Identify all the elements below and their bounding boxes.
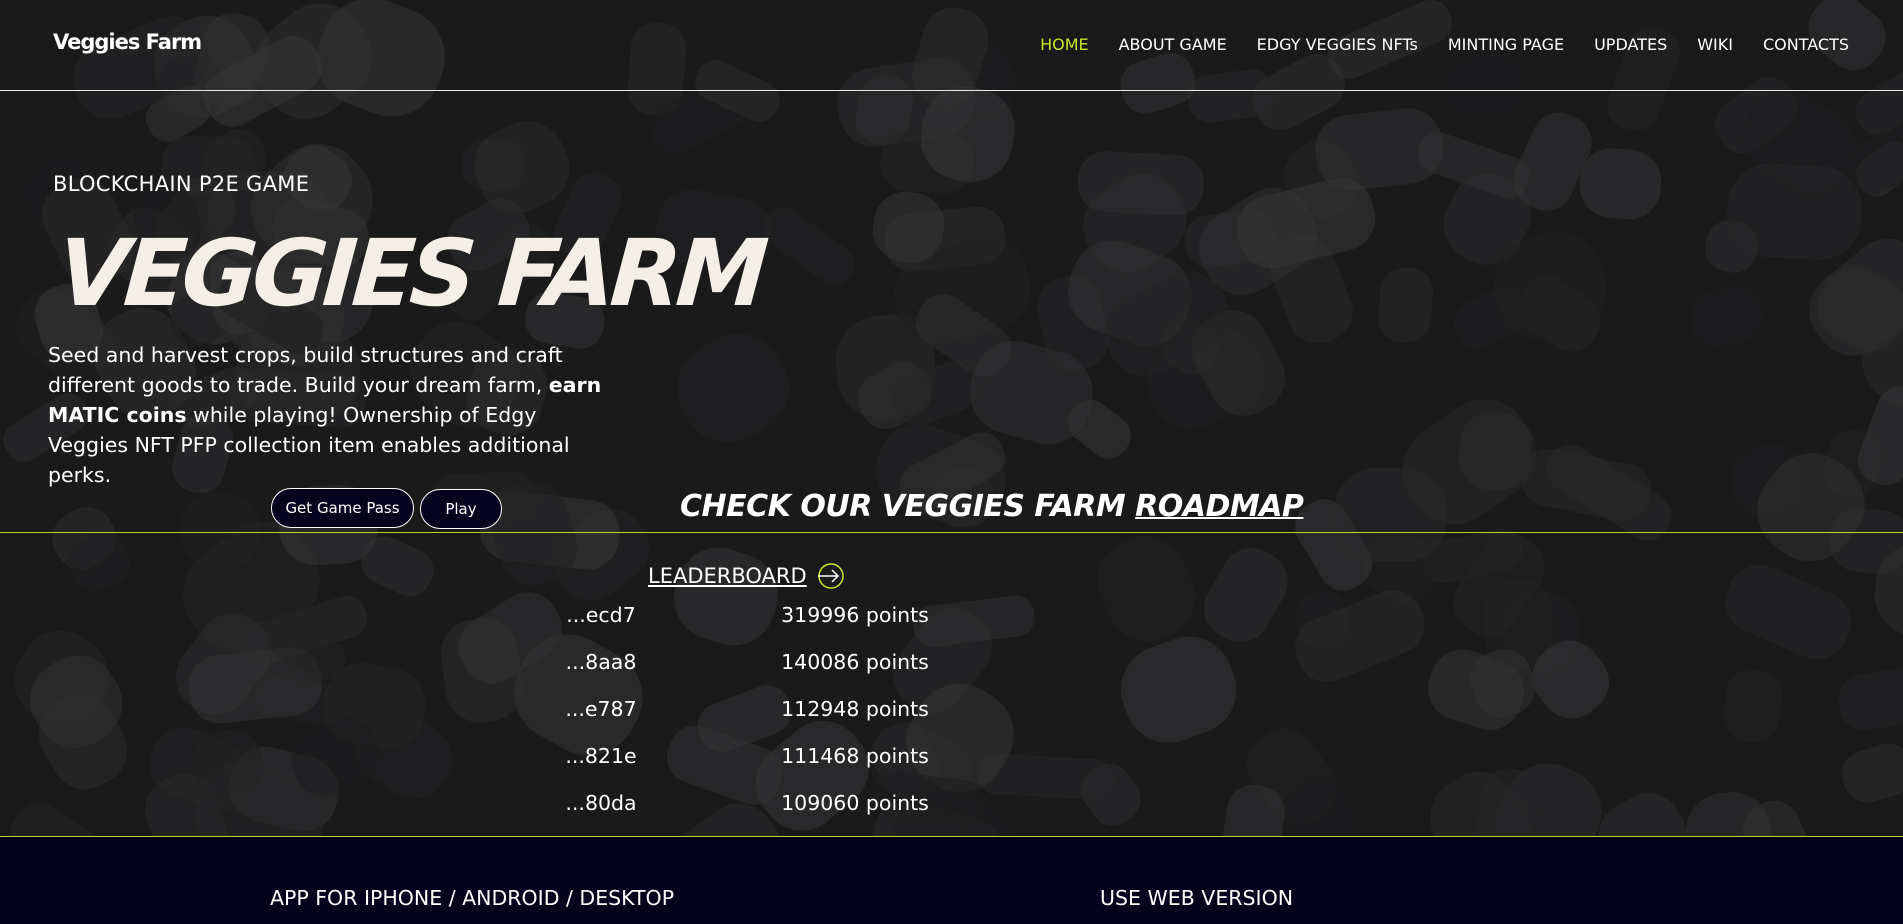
leaf-shape bbox=[1842, 743, 1903, 803]
leaderboard-address: ...8aa8 bbox=[565, 650, 637, 674]
leaf-shape bbox=[1723, 669, 1783, 743]
hero-title: VEGGIES FARM bbox=[54, 220, 767, 327]
leaf-shape bbox=[1236, 178, 1376, 269]
leaf-shape bbox=[1521, 448, 1652, 522]
hero-eyebrow: BLOCKCHAIN P2E GAME bbox=[53, 172, 310, 196]
app-download-label: APP FOR IPHONE / ANDROID / DESKTOP bbox=[270, 886, 675, 910]
header-divider bbox=[0, 90, 1903, 91]
arrow-circle-icon bbox=[817, 563, 844, 589]
leaf-shape bbox=[1204, 548, 1288, 643]
leaderboard-address: ...e787 bbox=[565, 697, 637, 721]
roadmap-prefix: CHECK OUR VEGGIES FARM bbox=[680, 489, 1136, 524]
roadmap-link[interactable]: ROADMAP bbox=[1135, 489, 1304, 524]
leaderboard-points: 112948 points bbox=[781, 697, 929, 721]
leaf-shape bbox=[1690, 285, 1764, 348]
leaf-shape bbox=[1333, 467, 1448, 562]
nav-minting-page[interactable]: MINTING PAGE bbox=[1448, 35, 1564, 54]
leaderboard-points: 140086 points bbox=[781, 650, 929, 674]
leaf-shape bbox=[1440, 54, 1527, 117]
leaf-shape bbox=[674, 547, 778, 646]
main-nav: HOME ABOUT GAME EDGY VEGGIES NFTs MINTIN… bbox=[1010, 35, 1849, 54]
download-section bbox=[0, 837, 1903, 924]
nav-contacts[interactable]: CONTACTS bbox=[1763, 35, 1849, 54]
leaderboard-link[interactable]: LEADERBOARD bbox=[648, 561, 845, 591]
nav-home[interactable]: HOME bbox=[1040, 35, 1089, 54]
leaderboard-address: ...ecd7 bbox=[566, 603, 636, 627]
leaf-shape bbox=[762, 207, 856, 286]
play-button[interactable]: Play bbox=[420, 489, 502, 529]
leaf-shape bbox=[1838, 661, 1903, 731]
nav-edgy-veggies-nfts[interactable]: EDGY VEGGIES NFTs bbox=[1257, 35, 1418, 54]
leaf-shape bbox=[10, 802, 110, 836]
leaf-shape bbox=[1097, 535, 1196, 642]
leaf-shape bbox=[1120, 52, 1196, 114]
leaderboard-label: LEADERBOARD bbox=[648, 564, 807, 588]
leaf-shape bbox=[677, 333, 789, 443]
leaderboard-points: 109060 points bbox=[781, 791, 929, 815]
leaf-shape bbox=[1121, 636, 1237, 743]
nav-wiki[interactable]: WIKI bbox=[1697, 35, 1733, 54]
desc-part-1: Seed and harvest crops, build structures… bbox=[48, 343, 563, 397]
section-divider-top bbox=[0, 532, 1903, 533]
web-version-label: USE WEB VERSION bbox=[1100, 886, 1294, 910]
nav-updates[interactable]: UPDATES bbox=[1594, 35, 1667, 54]
leaderboard-points: 319996 points bbox=[781, 603, 929, 627]
leaderboard-points: 111468 points bbox=[781, 744, 929, 768]
leaf-shape bbox=[1725, 564, 1851, 660]
leaf-shape bbox=[1378, 267, 1433, 343]
leaderboard-address: ...80da bbox=[565, 791, 637, 815]
leaf-shape bbox=[1077, 151, 1204, 216]
hero-description: Seed and harvest crops, build structures… bbox=[48, 340, 618, 490]
leaf-shape bbox=[1598, 793, 1687, 836]
leaf-shape bbox=[1579, 148, 1662, 220]
nav-about-game[interactable]: ABOUT GAME bbox=[1119, 35, 1227, 54]
get-game-pass-button[interactable]: Get Game Pass bbox=[271, 488, 414, 528]
leaf-shape bbox=[1727, 163, 1862, 260]
leaderboard-address: ...821e bbox=[565, 744, 637, 768]
brand-logo[interactable]: Veggies Farm bbox=[53, 30, 202, 54]
roadmap-heading: CHECK OUR VEGGIES FARM ROADMAP bbox=[680, 489, 1304, 524]
